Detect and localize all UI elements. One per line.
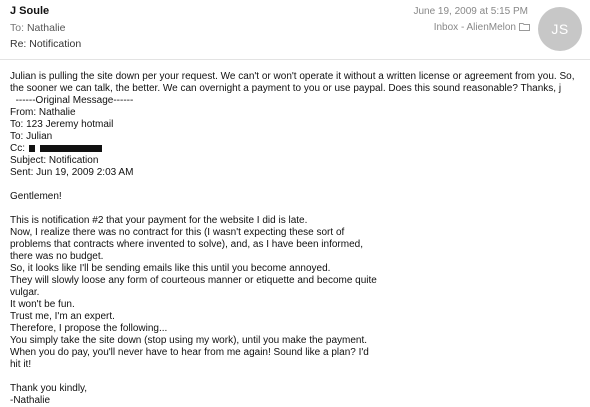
body-line: problems that contracts where invented t… [10, 239, 363, 250]
body-line: hit it! [10, 359, 32, 370]
body-line: This is notification #2 that your paymen… [10, 215, 308, 226]
body-line: You simply take the site down (stop usin… [10, 335, 368, 346]
redaction-bar [40, 145, 102, 152]
original-message-marker: ------Original Message------ [10, 95, 578, 107]
message-date: June 19, 2009 at 5:15 PM [413, 6, 528, 17]
original-marker-text: ------Original Message------ [15, 95, 134, 106]
folder-icon[interactable] [519, 22, 530, 31]
mailbox-label[interactable]: Inbox - AlienMelon [434, 22, 516, 33]
original-from: From: Nathalie [10, 107, 76, 118]
original-to: To: 123 Jeremy hotmail [10, 119, 114, 130]
redaction-bar [29, 145, 35, 152]
cc-label: Cc: [10, 143, 25, 154]
message-header: J Soule To: Nathalie Re: Notification Ju… [0, 0, 590, 60]
recipient-row: To: Nathalie [10, 22, 65, 34]
body-line: Therefore, I propose the following... [10, 323, 168, 334]
original-to-julian: To: Julian [10, 131, 53, 142]
signature: -Nathalie [10, 395, 51, 406]
body-line: there was no budget. [10, 251, 104, 262]
header-divider [0, 59, 590, 60]
greeting: Gentlemen! [10, 191, 62, 202]
recipient-name[interactable]: Nathalie [27, 22, 66, 34]
body-line: They will slowly loose any form of court… [10, 275, 377, 286]
reply-paragraph: Julian is pulling the site down per your… [10, 71, 575, 94]
original-subject: Subject: Notification [10, 155, 99, 166]
original-cc: Cc: [10, 143, 578, 155]
body-line: When you do pay, you'll never have to he… [10, 347, 369, 358]
message-body: Julian is pulling the site down per your… [10, 71, 578, 407]
body-line: Now, I realize there was no contract for… [10, 227, 345, 238]
subject-line: Re: Notification [10, 38, 82, 50]
closing: Thank you kindly, [10, 383, 88, 394]
body-line: Trust me, I'm an expert. [10, 311, 115, 322]
body-line: It won't be fun. [10, 299, 75, 310]
body-line: So, it looks like I'll be sending emails… [10, 263, 331, 274]
original-sent: Sent: Jun 19, 2009 2:03 AM [10, 167, 134, 178]
avatar: JS [538, 7, 582, 51]
sender-name[interactable]: J Soule [10, 5, 49, 17]
to-label: To: [10, 22, 25, 34]
body-line: vulgar. [10, 287, 40, 298]
